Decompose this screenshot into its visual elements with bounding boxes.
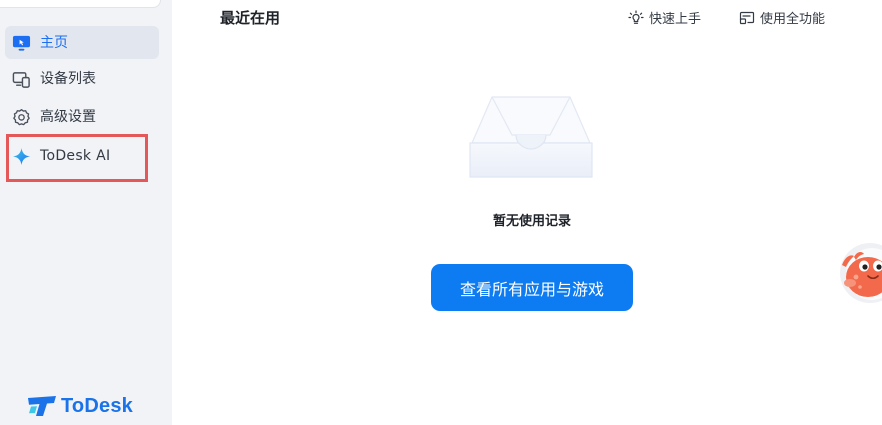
sidebar-item-advanced-settings[interactable]: 高级设置 [5,100,159,133]
sidebar-item-label: 高级设置 [40,108,96,127]
lightbulb-icon [628,10,644,26]
mascot-assistant-icon[interactable] [832,243,882,303]
sidebar-item-label: 主页 [40,34,68,53]
main-content: 最近在用 快速上手 使用全功能 [172,0,882,425]
empty-box-illustration [468,95,594,180]
sidebar-item-devices[interactable]: 设备列表 [5,62,159,95]
sidebar-top-card [0,0,161,8]
quick-start-label: 快速上手 [649,8,701,27]
devices-icon [12,70,31,89]
cast-screen-icon [739,10,755,26]
page-title: 最近在用 [220,7,280,28]
brand-name: ToDesk [61,395,133,418]
sidebar: 主页 设备列表 高级设置 [0,0,172,425]
app-window: 主页 设备列表 高级设置 [0,0,882,425]
empty-state-text: 暂无使用记录 [432,210,632,229]
monitor-icon [12,34,31,53]
sidebar-item-label: 设备列表 [40,70,96,89]
full-feature-link[interactable]: 使用全功能 [739,8,825,27]
view-all-apps-games-button[interactable]: 查看所有应用与游戏 [431,264,633,311]
brand-logo: ToDesk [27,394,133,418]
full-feature-label: 使用全功能 [760,8,825,27]
gear-icon [12,108,31,127]
todesk-logo-icon [27,394,57,418]
sidebar-item-home[interactable]: 主页 [5,26,159,59]
quick-start-link[interactable]: 快速上手 [628,8,701,27]
highlight-annotation-box [6,134,148,182]
